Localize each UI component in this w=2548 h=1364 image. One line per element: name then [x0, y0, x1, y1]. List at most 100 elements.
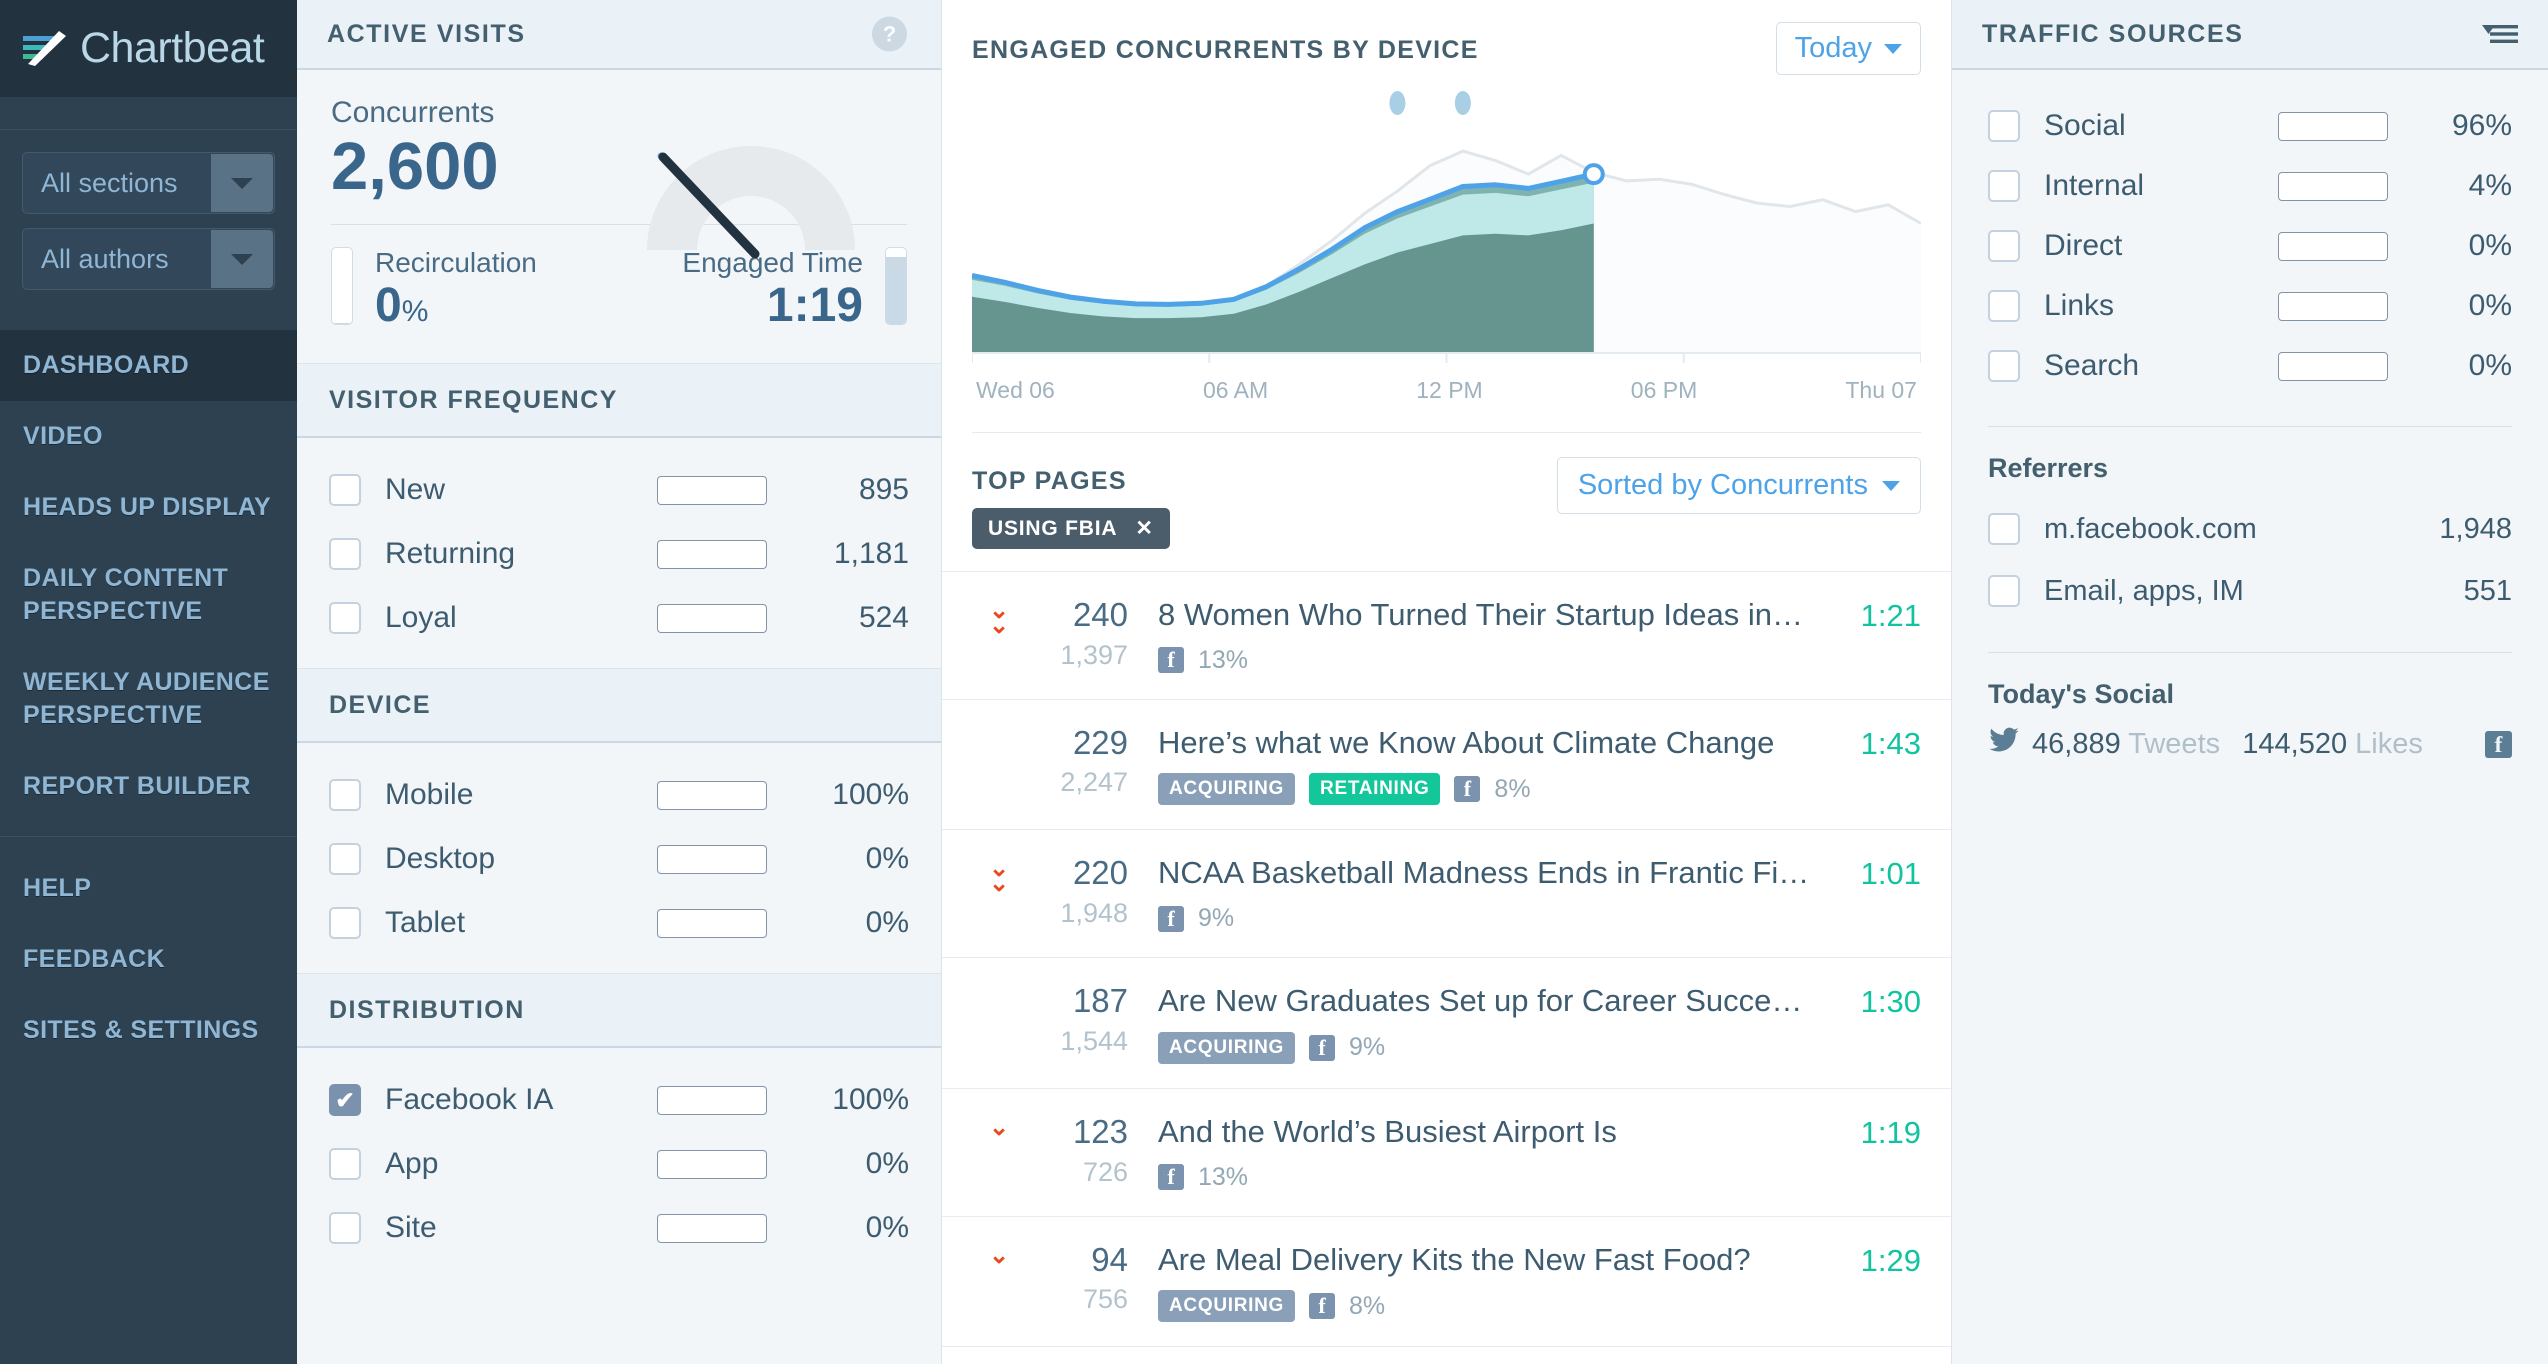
- table-row[interactable]: ⌄ 123 726 And the World’s Busiest Airpor…: [942, 1087, 1951, 1216]
- page-headline[interactable]: NCAA Basketball Madness Ends in Frantic …: [1158, 856, 1811, 891]
- filter-chip-using-fbia[interactable]: USING FBIA ✕: [972, 508, 1170, 549]
- engaged-concurrents-chart[interactable]: [972, 81, 1921, 371]
- checkbox-links[interactable]: [1988, 290, 2020, 322]
- sidebar-primary-nav: DASHBOARD VIDEO HEADS UP DISPLAY DAILY C…: [0, 330, 297, 822]
- facebook-percent: 13%: [1198, 645, 1249, 674]
- row-meta: f 13%: [1158, 646, 1811, 675]
- checkbox-desktop[interactable]: [329, 843, 361, 876]
- table-row[interactable]: 71 1,890 Impeachment Debate Begins in Br…: [942, 1346, 1951, 1364]
- list-item[interactable]: Email, apps, IM 551: [1988, 560, 2512, 622]
- facebook-percent: 8%: [1349, 1291, 1386, 1320]
- checkbox-returning[interactable]: [329, 538, 361, 571]
- list-item[interactable]: m.facebook.com 1,948: [1988, 498, 2512, 560]
- checkbox-social[interactable]: [1988, 110, 2020, 142]
- checkbox-app[interactable]: [329, 1148, 361, 1181]
- facebook-icon: f: [2485, 730, 2512, 758]
- checkbox-internal[interactable]: [1988, 170, 2020, 202]
- list-item[interactable]: Returning 1,181: [329, 522, 909, 586]
- date-range-label: Today: [1794, 32, 1872, 64]
- chartbeat-dashboard: Chartbeat All sections All authors DASHB…: [0, 0, 2548, 1364]
- tweets-stat: 46,889 Tweets: [2032, 727, 2221, 760]
- active-visits-title: ACTIVE VISITS: [327, 19, 526, 48]
- list-item[interactable]: Social 96%: [1988, 96, 2512, 156]
- chevron-down-icon[interactable]: [211, 154, 273, 212]
- sidebar-item-report-builder[interactable]: REPORT BUILDER: [0, 751, 297, 822]
- status-badge: ACQUIRING: [1158, 1290, 1296, 1323]
- list-item-bar: [657, 539, 767, 569]
- row-metrics: 187 1,544: [1026, 984, 1144, 1057]
- distribution-title: DISTRIBUTION: [329, 995, 525, 1024]
- sort-button[interactable]: Sorted by Concurrents: [1556, 457, 1921, 514]
- recirculation-gauge-bar: [331, 247, 353, 326]
- close-icon[interactable]: ✕: [1135, 516, 1153, 541]
- list-item[interactable]: Facebook IA 100%: [329, 1068, 909, 1132]
- trend-arrows: ⌄ ⌄: [972, 598, 1026, 638]
- checkbox-direct[interactable]: [1988, 230, 2020, 262]
- list-item-label: Email, apps, IM: [2044, 574, 2244, 607]
- checkbox-mobile[interactable]: [329, 779, 361, 812]
- list-item[interactable]: App 0%: [329, 1132, 909, 1196]
- list-item-value: 524: [858, 601, 909, 635]
- sidebar-item-weekly-audience-perspective[interactable]: WEEKLY AUDIENCE PERSPECTIVE: [0, 647, 297, 751]
- table-row[interactable]: ⌄ 94 756 Are Meal Delivery Kits the New …: [942, 1215, 1951, 1347]
- question-mark-icon[interactable]: ?: [872, 16, 907, 52]
- checkbox-search[interactable]: [1988, 350, 2020, 382]
- sidebar-item-video[interactable]: VIDEO: [0, 401, 297, 472]
- device-title: DEVICE: [329, 690, 432, 719]
- page-headline[interactable]: 8 Women Who Turned Their Startup Ideas i…: [1158, 598, 1811, 633]
- checkbox-loyal[interactable]: [329, 602, 361, 635]
- sidebar-item-help[interactable]: HELP: [0, 853, 297, 924]
- table-row[interactable]: 229 2,247 Here’s what we Know About Clim…: [942, 698, 1951, 830]
- checkbox-facebook-ia[interactable]: [329, 1084, 361, 1117]
- sidebar-item-feedback[interactable]: FEEDBACK: [0, 924, 297, 995]
- list-item-label: Facebook IA: [385, 1083, 554, 1117]
- checkbox-site[interactable]: [329, 1212, 361, 1245]
- page-headline[interactable]: Here’s what we Know About Climate Change: [1158, 726, 1811, 761]
- sections-filter-select[interactable]: All sections: [22, 152, 275, 214]
- list-item-bar: [657, 844, 767, 874]
- list-item[interactable]: Search 0%: [1988, 336, 2512, 396]
- table-row[interactable]: ⌄ ⌄ 220 1,948 NCAA Basketball Madness En…: [942, 829, 1951, 957]
- list-item[interactable]: Site 0%: [329, 1196, 909, 1260]
- checkbox-tablet[interactable]: [329, 907, 361, 940]
- visitor-frequency-title: VISITOR FREQUENCY: [329, 385, 618, 414]
- list-item[interactable]: Desktop 0%: [329, 827, 909, 891]
- table-row[interactable]: 187 1,544 Are New Graduates Set up for C…: [942, 957, 1951, 1088]
- list-item[interactable]: Links 0%: [1988, 276, 2512, 336]
- page-headline[interactable]: Are New Graduates Set up for Career Succ…: [1158, 984, 1811, 1019]
- checkbox-referrer-m-facebook[interactable]: [1988, 513, 2020, 545]
- page-headline[interactable]: And the World’s Busiest Airport Is: [1158, 1115, 1811, 1150]
- brand-logo[interactable]: Chartbeat: [0, 0, 297, 97]
- engaged-concurrents-card: ENGAGED CONCURRENTS BY DEVICE Today Wed …: [942, 0, 1951, 433]
- sidebar-item-daily-content-perspective[interactable]: DAILY CONTENT PERSPECTIVE: [0, 543, 297, 647]
- list-item[interactable]: Mobile 100%: [329, 763, 909, 827]
- checkbox-new[interactable]: [329, 474, 361, 507]
- table-row[interactable]: ⌄ ⌄ 240 1,397 8 Women Who Turned Their S…: [942, 571, 1951, 699]
- concurrents-value: 123: [1072, 1112, 1128, 1150]
- checkbox-referrer-email-apps-im[interactable]: [1988, 575, 2020, 607]
- visitor-frequency-section: VISITOR FREQUENCY New 895 Returning 1,18…: [297, 363, 941, 668]
- list-item-label: Internal: [2044, 169, 2145, 202]
- date-range-button[interactable]: Today: [1775, 22, 1921, 75]
- list-item[interactable]: Loyal 524: [329, 586, 909, 650]
- page-headline[interactable]: Are Meal Delivery Kits the New Fast Food…: [1158, 1243, 1811, 1278]
- visitor-frequency-header: VISITOR FREQUENCY: [297, 364, 941, 439]
- chartbeat-logo-icon: [23, 30, 66, 66]
- filter-chip-label: USING FBIA: [988, 516, 1118, 540]
- authors-filter-select[interactable]: All authors: [22, 228, 275, 290]
- chevron-down-icon[interactable]: [211, 230, 273, 288]
- axis-tick: 06 PM: [1630, 377, 1698, 403]
- sidebar-item-dashboard[interactable]: DASHBOARD: [0, 330, 297, 401]
- list-item[interactable]: Internal 4%: [1988, 156, 2512, 216]
- engaged-time-metric: Engaged Time 1:19: [610, 247, 885, 333]
- list-options-icon[interactable]: [2482, 22, 2518, 46]
- sidebar-item-heads-up-display[interactable]: HEADS UP DISPLAY: [0, 472, 297, 543]
- distribution-rows: Facebook IA 100% App 0% Site 0%: [297, 1048, 941, 1278]
- list-item[interactable]: Tablet 0%: [329, 891, 909, 955]
- list-item[interactable]: Direct 0%: [1988, 216, 2512, 276]
- list-item-bar: [657, 780, 767, 810]
- list-item[interactable]: New 895: [329, 458, 909, 522]
- engaged-time-value: 1:30: [1860, 984, 1921, 1020]
- sidebar-item-sites-settings[interactable]: SITES & SETTINGS: [0, 995, 297, 1066]
- list-item-value: 100%: [832, 778, 909, 812]
